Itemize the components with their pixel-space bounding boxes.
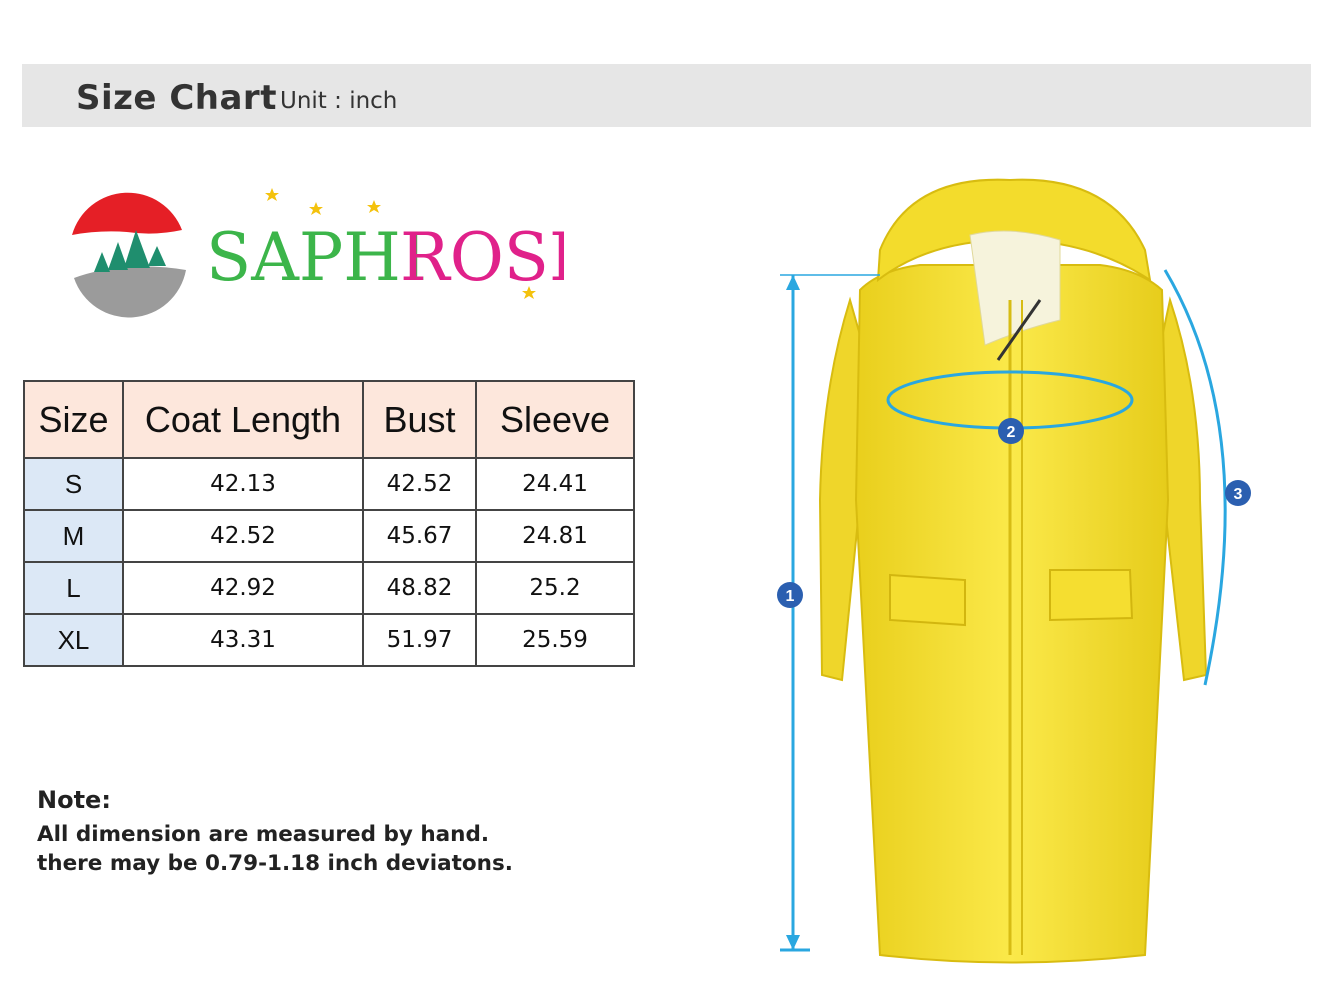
svg-text:3: 3 bbox=[1234, 486, 1243, 503]
page-title: Size Chart bbox=[76, 78, 277, 118]
header-bust: Bust bbox=[362, 380, 477, 459]
header-coat-length: Coat Length bbox=[122, 380, 364, 459]
bust-cell: 42.52 bbox=[362, 457, 477, 511]
sleeve-cell: 25.59 bbox=[475, 613, 635, 667]
brand-wordmark: SAPHI bbox=[206, 219, 427, 296]
header-size: Size bbox=[23, 380, 124, 459]
bust-cell: 51.97 bbox=[362, 613, 477, 667]
size-table: Size Coat Length Bust Sleeve S 42.13 42.… bbox=[23, 380, 635, 667]
note-line: there may be 0.79-1.18 inch deviatons. bbox=[37, 851, 513, 876]
bust-cell: 48.82 bbox=[362, 561, 477, 615]
size-cell: XL bbox=[23, 613, 124, 667]
note-title: Note: bbox=[37, 786, 111, 814]
unit-label: Unit : inch bbox=[280, 88, 398, 114]
table-row: M 42.52 45.67 24.81 bbox=[23, 509, 635, 563]
size-cell: M bbox=[23, 509, 124, 563]
coat-length-cell: 42.13 bbox=[122, 457, 364, 511]
svg-text:2: 2 bbox=[1007, 424, 1016, 441]
table-row: L 42.92 48.82 25.2 bbox=[23, 561, 635, 615]
svg-text:ROSE: ROSE bbox=[400, 219, 564, 296]
size-cell: S bbox=[23, 457, 124, 511]
sleeve-cell: 24.41 bbox=[475, 457, 635, 511]
coat-length-cell: 42.52 bbox=[122, 509, 364, 563]
svg-text:1: 1 bbox=[786, 588, 795, 605]
sleeve-cell: 24.81 bbox=[475, 509, 635, 563]
header-sleeve: Sleeve bbox=[475, 380, 635, 459]
coat-length-cell: 43.31 bbox=[122, 613, 364, 667]
table-header-row: Size Coat Length Bust Sleeve bbox=[23, 380, 635, 459]
size-cell: L bbox=[23, 561, 124, 615]
note-block: Note: All dimension are measured by hand… bbox=[37, 786, 513, 878]
raincoat-illustration: 1 2 3 bbox=[777, 178, 1251, 964]
mountain-sun-emblem-icon bbox=[69, 190, 186, 318]
sleeve-cell: 25.2 bbox=[475, 561, 635, 615]
bust-cell: 45.67 bbox=[362, 509, 477, 563]
coat-length-cell: 42.92 bbox=[122, 561, 364, 615]
header-bar: Size Chart Unit : inch bbox=[22, 64, 1311, 127]
brand-logo: SAPHI ROSE bbox=[69, 188, 564, 318]
note-line: All dimension are measured by hand. bbox=[37, 822, 490, 847]
table-row: XL 43.31 51.97 25.59 bbox=[23, 613, 635, 667]
table-row: S 42.13 42.52 24.41 bbox=[23, 457, 635, 511]
raincoat-icon bbox=[818, 178, 1208, 964]
